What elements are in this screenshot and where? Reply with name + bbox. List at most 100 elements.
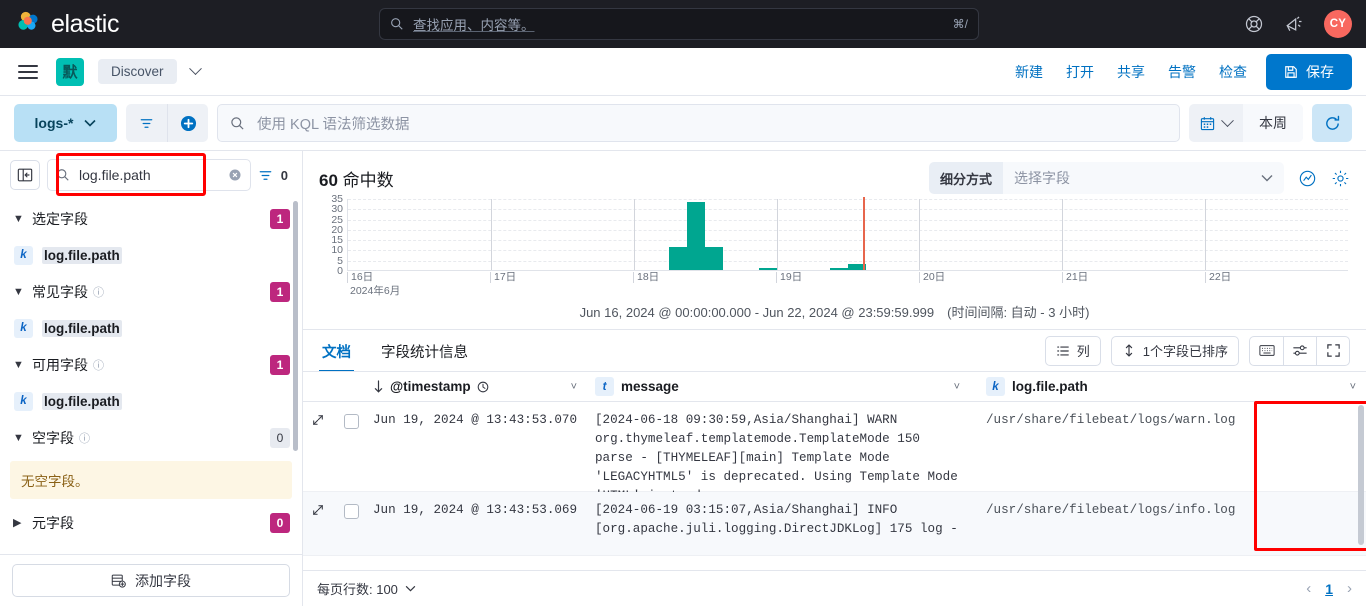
inspect-button[interactable]: 检查 <box>1219 62 1247 82</box>
sort-fields-button[interactable]: 1个字段已排序 <box>1111 336 1239 366</box>
data-view-selector[interactable]: logs-* <box>14 104 117 142</box>
breadcrumb[interactable]: Discover <box>98 59 177 84</box>
chevron-down-icon[interactable]: ˅ <box>571 381 577 393</box>
histogram-chart[interactable]: 05101520253035 16日2024年6月17日18日19日20日21日… <box>319 199 1350 291</box>
x-axis-separator <box>1205 199 1206 270</box>
grid-header-label: @timestamp <box>390 379 471 394</box>
date-range-label[interactable]: 本周 <box>1243 104 1303 142</box>
sidebar-group-popular[interactable]: ▼ 常见字段 ⓘ 1 <box>0 272 302 311</box>
elastic-logo[interactable]: elastic <box>16 10 119 39</box>
row-checkbox[interactable] <box>333 492 369 555</box>
chevron-down-icon[interactable]: ˅ <box>954 381 960 393</box>
sidebar-field-log-file-path[interactable]: k log.file.path <box>0 384 302 418</box>
y-axis-tick: 30 <box>331 203 343 215</box>
sidebar-field-log-file-path[interactable]: k log.file.path <box>0 238 302 272</box>
help-icon[interactable]: ⓘ <box>79 430 90 446</box>
plus-circle-icon[interactable] <box>167 104 208 142</box>
elastic-logo-icon <box>16 11 42 37</box>
megaphone-icon[interactable] <box>1284 14 1304 34</box>
chevron-right-icon[interactable]: › <box>1347 580 1352 597</box>
histogram-bar[interactable] <box>687 202 705 270</box>
field-filter-control[interactable]: 0 <box>258 168 292 183</box>
date-chevron-down-icon <box>1221 114 1234 127</box>
filter-lines-icon <box>258 168 273 183</box>
columns-button-label: 列 <box>1077 341 1090 360</box>
avatar[interactable]: CY <box>1324 10 1352 38</box>
sort-icon <box>1122 343 1136 358</box>
grid-scrollbar[interactable] <box>1358 405 1364 545</box>
documents-tabs: 文档 字段统计信息 列 <box>303 330 1366 371</box>
histogram-bar[interactable] <box>759 268 777 270</box>
x-axis-separator <box>1062 199 1063 270</box>
expand-row-icon[interactable] <box>303 492 333 555</box>
expand-row-icon[interactable] <box>303 402 333 491</box>
sidebar-group-label: 选定字段 <box>32 209 88 229</box>
global-search-input[interactable]: 查找应用、内容等。 ⌘/ <box>379 8 979 40</box>
annotation-line <box>863 197 865 270</box>
tab-field-statistics[interactable]: 字段统计信息 <box>378 330 471 372</box>
clear-circle-icon[interactable] <box>228 168 242 182</box>
sidebar-group-available[interactable]: ▼ 可用字段 ⓘ 1 <box>0 345 302 384</box>
columns-button[interactable]: 列 <box>1045 336 1101 366</box>
cell-message: [2024-06-19 03:15:07,Asia/Shanghai] INFO… <box>595 492 970 548</box>
alerts-button[interactable]: 告警 <box>1168 62 1196 82</box>
chevron-down-icon: ▼ <box>13 213 26 225</box>
rows-per-page-selector[interactable]: 每页行数: 100 <box>317 579 416 598</box>
add-field-button[interactable]: 添加字段 <box>12 564 290 597</box>
kql-query-input[interactable]: 使用 KQL 语法筛选数据 <box>217 104 1180 142</box>
grid-header-timestamp[interactable]: @timestamp ˅ <box>369 379 587 394</box>
chevron-left-icon[interactable]: ‹ <box>1306 580 1311 597</box>
sidebar-group-meta[interactable]: ▶ 元字段 0 <box>0 503 302 542</box>
save-button-label: 保存 <box>1306 62 1334 82</box>
help-icon[interactable]: ⓘ <box>93 357 104 373</box>
documents-panel: 文档 字段统计信息 列 <box>303 329 1366 606</box>
y-axis-tick: 0 <box>337 265 343 277</box>
lifebuoy-icon[interactable] <box>1244 14 1264 34</box>
sidebar-field-log-file-path[interactable]: k log.file.path <box>0 311 302 345</box>
gear-icon[interactable] <box>1331 169 1350 188</box>
fullscreen-icon[interactable] <box>1316 337 1349 365</box>
field-search-input[interactable]: log.file.path <box>47 159 251 191</box>
breadcrumb-chevron-down-icon[interactable] <box>189 62 202 75</box>
share-button[interactable]: 共享 <box>1117 62 1145 82</box>
filter-icon[interactable] <box>126 104 167 142</box>
histogram-bar[interactable] <box>830 268 848 270</box>
space-badge[interactable]: 默 <box>56 58 84 86</box>
sidebar-group-count: 0 <box>270 513 290 533</box>
tab-documents[interactable]: 文档 <box>319 330 354 372</box>
date-picker: 本周 <box>1189 104 1303 142</box>
sidebar-group-selected[interactable]: ▼ 选定字段 1 <box>0 199 302 238</box>
cell-timestamp: Jun 19, 2024 @ 13:43:53.070 <box>373 402 577 439</box>
save-button[interactable]: 保存 <box>1266 54 1352 90</box>
new-button[interactable]: 新建 <box>1015 62 1043 82</box>
open-button[interactable]: 打开 <box>1066 62 1094 82</box>
field-search-value: log.file.path <box>79 167 219 183</box>
breakdown-field-select[interactable]: 选择字段 <box>1003 162 1284 194</box>
chevron-down-icon[interactable]: ˅ <box>1350 381 1356 393</box>
histogram-bar[interactable] <box>669 247 687 270</box>
chart-options-icon[interactable] <box>1298 169 1317 188</box>
table-row[interactable]: Jun 19, 2024 @ 13:43:53.069 [2024-06-19 … <box>303 492 1366 556</box>
grid-header-message[interactable]: t message ˅ <box>587 377 970 396</box>
keyboard-icon[interactable] <box>1250 337 1283 365</box>
row-checkbox[interactable] <box>333 402 369 491</box>
pagination: ‹ 1 › <box>1306 580 1352 597</box>
table-row[interactable]: Jun 19, 2024 @ 13:43:53.070 [2024-06-18 … <box>303 402 1366 492</box>
x-axis: 16日2024年6月17日18日19日20日21日22日 <box>347 272 1348 294</box>
hamburger-icon[interactable] <box>14 61 42 83</box>
field-filter-count: 0 <box>281 168 288 183</box>
refresh-button[interactable] <box>1312 104 1352 142</box>
page-number[interactable]: 1 <box>1325 581 1333 597</box>
sort-desc-icon <box>373 380 384 393</box>
display-options-icon[interactable] <box>1283 337 1316 365</box>
histogram-bar[interactable] <box>705 247 723 270</box>
collapse-panel-icon[interactable] <box>10 160 40 190</box>
grid-header-log-file-path[interactable]: k log.file.path ˅ <box>970 377 1366 396</box>
sidebar-scrollbar[interactable] <box>293 201 298 451</box>
help-icon[interactable]: ⓘ <box>93 284 104 300</box>
app-actions: 新建 打开 共享 告警 检查 保存 <box>1015 54 1352 90</box>
y-axis-tick: 10 <box>331 244 343 256</box>
calendar-icon[interactable] <box>1189 104 1243 142</box>
sidebar-group-empty[interactable]: ▼ 空字段 ⓘ 0 <box>0 418 302 457</box>
breakdown-placeholder: 选择字段 <box>1014 168 1070 188</box>
